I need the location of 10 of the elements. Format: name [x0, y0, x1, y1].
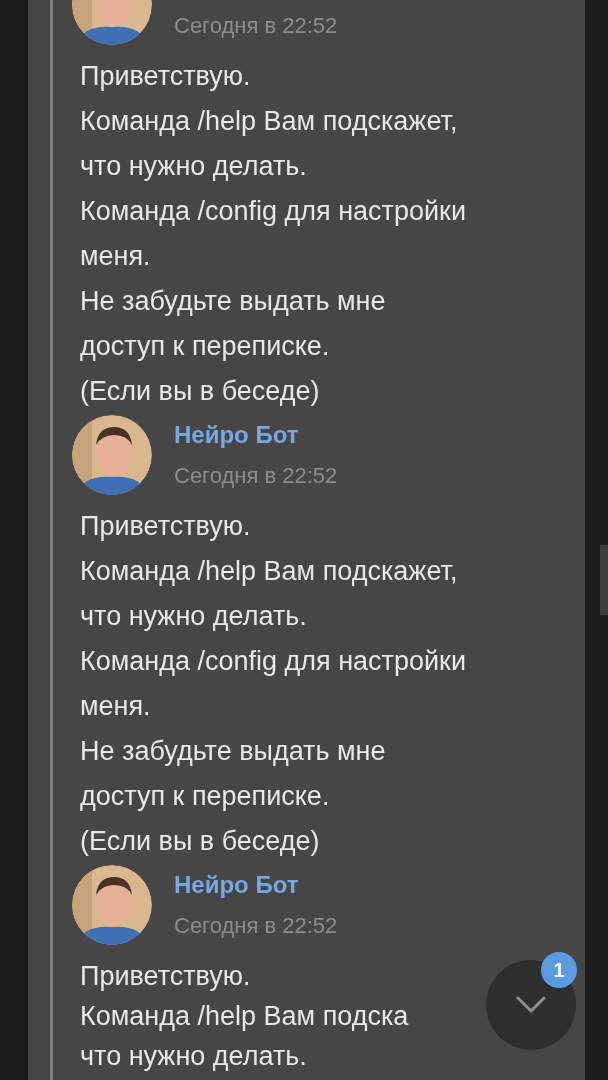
message-time: Сегодня в 22:52 — [174, 13, 338, 39]
message-text: Приветствую. Команда /help Вам подска что нужно делать. — [80, 960, 409, 1073]
author-name[interactable]: Нейро Бот — [174, 871, 338, 899]
message-time: Сегодня в 22:52 — [174, 913, 338, 939]
scrollbar-thumb[interactable] — [600, 545, 608, 615]
chevron-down-icon — [516, 996, 546, 1014]
message-text: Приветствую. Команда /help Вам подскажет, что нужно делать. Команда /config для настройки меня. Не забудьте выдать мне доступ к переписке. (Если вы в беседе) — [80, 60, 466, 408]
message-text: Приветствую. Команда /help Вам подскажет, что нужно делать. Команда /config для настройки меня. Не забудьте выдать мне доступ к переписке. (Если вы в беседе) — [80, 510, 466, 858]
author-name[interactable]: Нейро Бот — [174, 421, 338, 449]
message-time: Сегодня в 22:52 — [174, 463, 338, 489]
